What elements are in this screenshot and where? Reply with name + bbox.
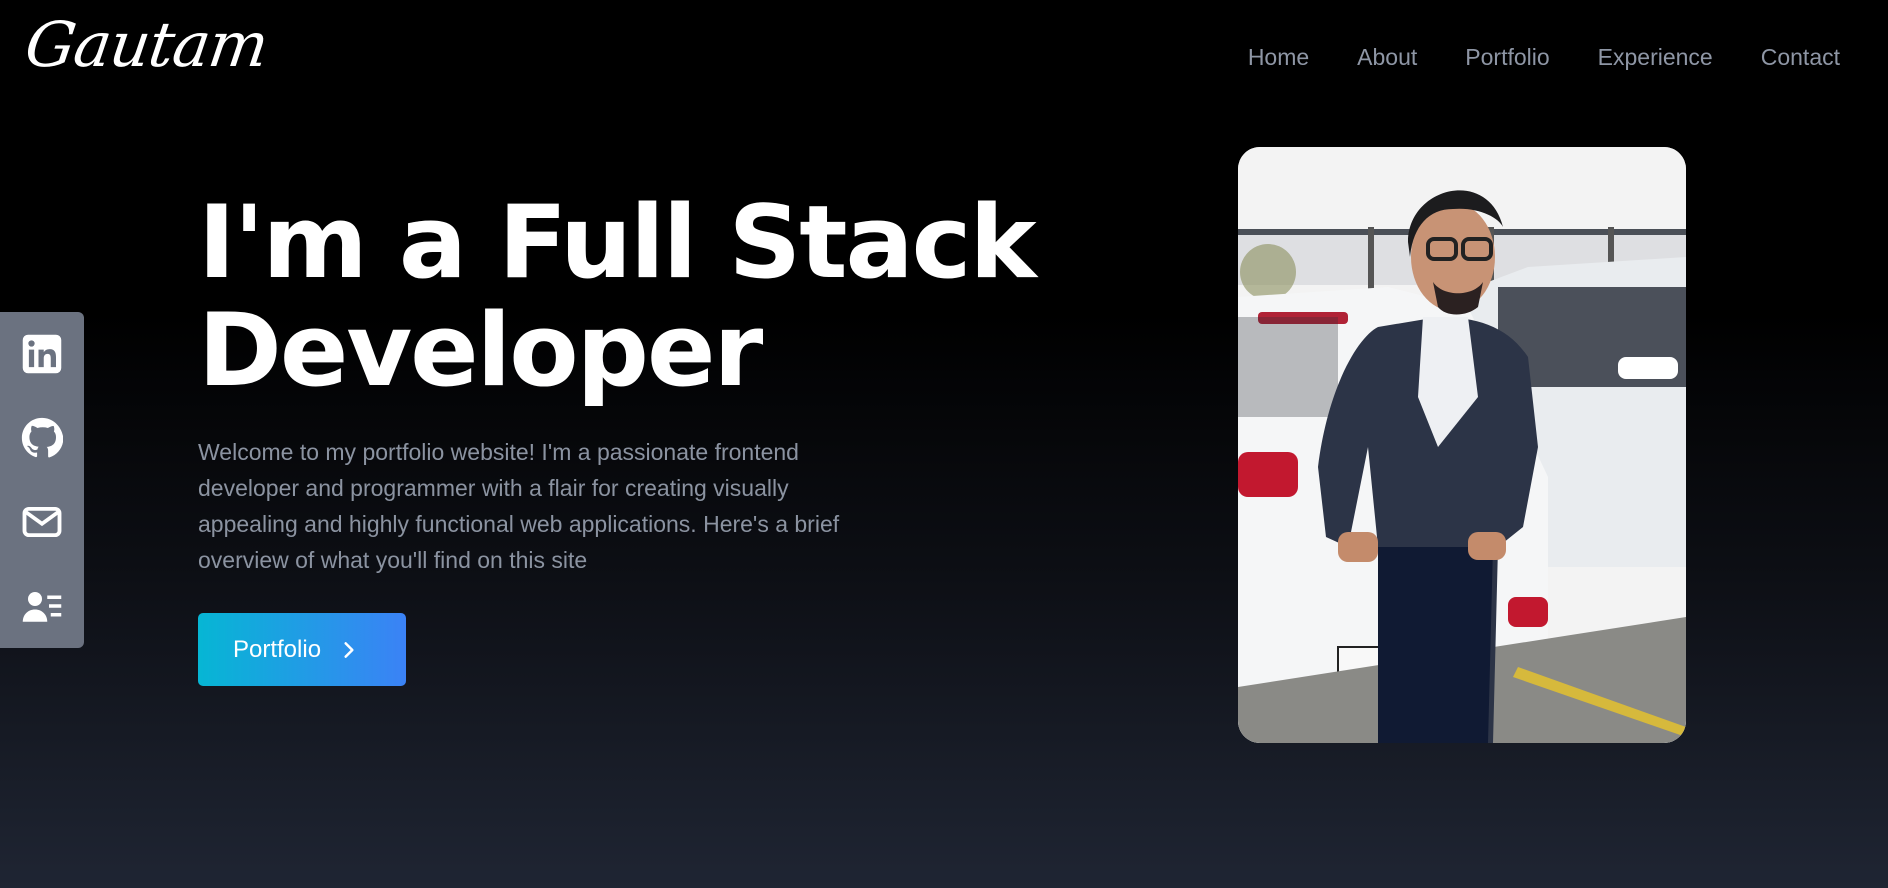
portfolio-button[interactable]: Portfolio bbox=[198, 613, 406, 686]
resume-icon bbox=[22, 592, 62, 622]
profile-photo-illustration bbox=[1238, 147, 1686, 743]
nav-menu: Home About Portfolio Experience Contact bbox=[1200, 44, 1840, 71]
hero-title-line2: Developer bbox=[198, 291, 763, 409]
portfolio-button-label: Portfolio bbox=[233, 635, 322, 663]
chevron-right-icon bbox=[344, 641, 354, 658]
github-icon bbox=[21, 417, 63, 458]
profile-photo bbox=[1238, 147, 1686, 743]
github-link[interactable] bbox=[20, 416, 64, 460]
hero-title: I'm a Full Stack Developer bbox=[198, 188, 1058, 404]
linkedin-link[interactable] bbox=[20, 332, 64, 376]
nav-link-portfolio[interactable]: Portfolio bbox=[1465, 44, 1549, 71]
top-navbar: Gautam Home About Portfolio Experience C… bbox=[0, 0, 1888, 118]
nav-link-experience[interactable]: Experience bbox=[1598, 44, 1713, 71]
nav-link-contact[interactable]: Contact bbox=[1761, 44, 1840, 71]
resume-link[interactable] bbox=[20, 584, 64, 628]
mail-link[interactable] bbox=[20, 500, 64, 544]
nav-link-home[interactable]: Home bbox=[1248, 44, 1309, 71]
site-logo[interactable]: Gautam bbox=[21, 8, 272, 81]
social-sidebar bbox=[0, 312, 84, 648]
linkedin-icon bbox=[22, 334, 62, 374]
hero-title-line1: I'm a Full Stack bbox=[198, 183, 1037, 301]
hero-section: I'm a Full Stack Developer Welcome to my… bbox=[198, 188, 1058, 578]
mail-icon bbox=[22, 506, 62, 538]
hero-description: Welcome to my portfolio website! I'm a p… bbox=[198, 439, 840, 573]
nav-link-about[interactable]: About bbox=[1357, 44, 1417, 71]
